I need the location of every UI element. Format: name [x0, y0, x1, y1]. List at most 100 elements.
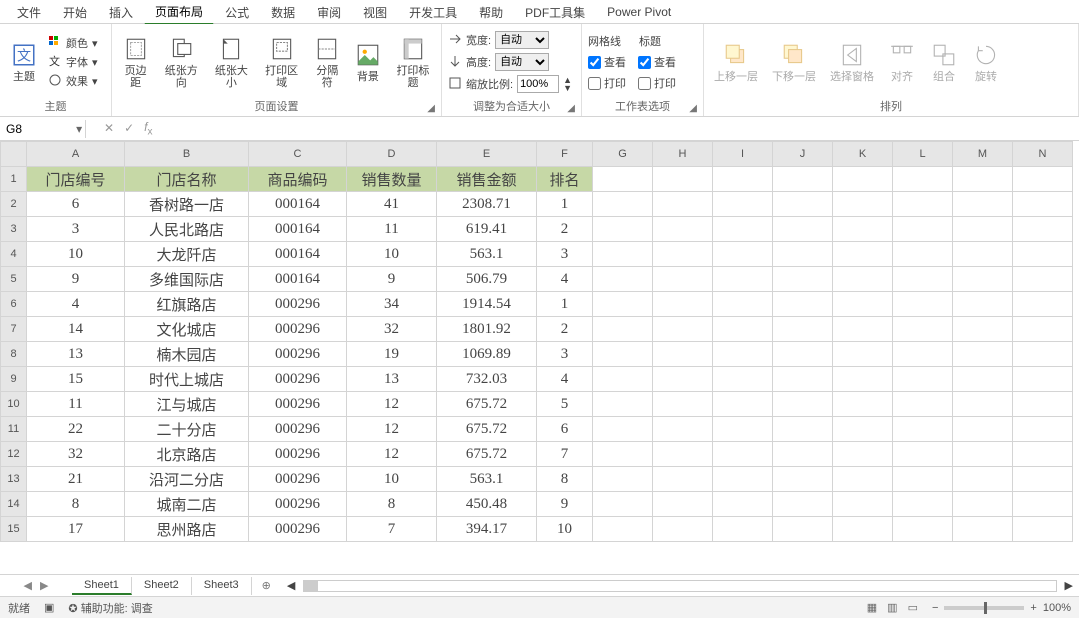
- headings-view-checkbox[interactable]: [638, 56, 651, 69]
- cell-M9[interactable]: [953, 367, 1013, 392]
- cell-C5[interactable]: 000164: [249, 267, 347, 292]
- cell-B6[interactable]: 红旗路店: [125, 292, 249, 317]
- cell-L14[interactable]: [893, 492, 953, 517]
- cell-L3[interactable]: [893, 217, 953, 242]
- cell-D14[interactable]: 8: [347, 492, 437, 517]
- cell-G6[interactable]: [593, 292, 653, 317]
- cell-C9[interactable]: 000296: [249, 367, 347, 392]
- cell-D8[interactable]: 19: [347, 342, 437, 367]
- menu-tab-5[interactable]: 数据: [260, 0, 306, 24]
- cell-F6[interactable]: 1: [537, 292, 593, 317]
- fit-width-select[interactable]: 自动: [495, 31, 549, 49]
- col-header-K[interactable]: K: [833, 142, 893, 167]
- col-header-C[interactable]: C: [249, 142, 347, 167]
- menu-tab-2[interactable]: 插入: [98, 0, 144, 24]
- cell-M10[interactable]: [953, 392, 1013, 417]
- status-macro-icon[interactable]: ▣: [44, 601, 54, 614]
- bg-button[interactable]: 背景: [351, 39, 385, 85]
- cell-G2[interactable]: [593, 192, 653, 217]
- hscroll-left[interactable]: ◀: [287, 579, 295, 592]
- view-pagelayout-icon[interactable]: ▥: [887, 601, 897, 614]
- cell-L4[interactable]: [893, 242, 953, 267]
- view-pagebreak-icon[interactable]: ▭: [908, 601, 918, 614]
- sheet-nav-next[interactable]: ▶: [40, 579, 48, 592]
- cell-B2[interactable]: 香树路一店: [125, 192, 249, 217]
- cell-K9[interactable]: [833, 367, 893, 392]
- cell-I12[interactable]: [713, 442, 773, 467]
- sheet-tab-Sheet2[interactable]: Sheet2: [132, 577, 192, 595]
- fit-scale-input[interactable]: [517, 75, 559, 93]
- cell-A14[interactable]: 8: [27, 492, 125, 517]
- cell-H10[interactable]: [653, 392, 713, 417]
- menu-tab-8[interactable]: 开发工具: [398, 0, 468, 24]
- name-box-dropdown[interactable]: ▾: [73, 122, 85, 136]
- cell-I15[interactable]: [713, 517, 773, 542]
- cell-A10[interactable]: 11: [27, 392, 125, 417]
- size-button[interactable]: 纸张大小: [209, 33, 253, 91]
- cell-L6[interactable]: [893, 292, 953, 317]
- cell-K6[interactable]: [833, 292, 893, 317]
- cell-K1[interactable]: [833, 167, 893, 192]
- cell-A5[interactable]: 9: [27, 267, 125, 292]
- menu-tab-11[interactable]: Power Pivot: [596, 1, 682, 22]
- cell-J2[interactable]: [773, 192, 833, 217]
- cell-N12[interactable]: [1013, 442, 1073, 467]
- cell-C4[interactable]: 000164: [249, 242, 347, 267]
- cell-D1[interactable]: 销售数量: [347, 167, 437, 192]
- cell-N10[interactable]: [1013, 392, 1073, 417]
- col-header-H[interactable]: H: [653, 142, 713, 167]
- row-header-9[interactable]: 9: [1, 367, 27, 392]
- cell-M1[interactable]: [953, 167, 1013, 192]
- cancel-formula-icon[interactable]: ✕: [104, 121, 114, 135]
- cell-C1[interactable]: 商品编码: [249, 167, 347, 192]
- cell-E10[interactable]: 675.72: [437, 392, 537, 417]
- cell-G1[interactable]: [593, 167, 653, 192]
- page-setup-launcher[interactable]: ◢: [427, 103, 435, 114]
- cell-L13[interactable]: [893, 467, 953, 492]
- row-header-5[interactable]: 5: [1, 267, 27, 292]
- gridlines-print-checkbox[interactable]: [588, 77, 601, 90]
- cell-B14[interactable]: 城南二店: [125, 492, 249, 517]
- cell-C7[interactable]: 000296: [249, 317, 347, 342]
- cell-B8[interactable]: 楠木园店: [125, 342, 249, 367]
- cell-A11[interactable]: 22: [27, 417, 125, 442]
- cell-G3[interactable]: [593, 217, 653, 242]
- menu-tab-6[interactable]: 审阅: [306, 0, 352, 24]
- cell-D3[interactable]: 11: [347, 217, 437, 242]
- cell-N15[interactable]: [1013, 517, 1073, 542]
- col-header-M[interactable]: M: [953, 142, 1013, 167]
- cell-E15[interactable]: 394.17: [437, 517, 537, 542]
- cell-J10[interactable]: [773, 392, 833, 417]
- cell-H12[interactable]: [653, 442, 713, 467]
- theme-effects[interactable]: 效果▾: [48, 72, 98, 91]
- cell-E14[interactable]: 450.48: [437, 492, 537, 517]
- cell-H4[interactable]: [653, 242, 713, 267]
- cell-H7[interactable]: [653, 317, 713, 342]
- cell-I9[interactable]: [713, 367, 773, 392]
- row-header-14[interactable]: 14: [1, 492, 27, 517]
- cell-M14[interactable]: [953, 492, 1013, 517]
- cell-A4[interactable]: 10: [27, 242, 125, 267]
- cell-F15[interactable]: 10: [537, 517, 593, 542]
- col-header-N[interactable]: N: [1013, 142, 1073, 167]
- cell-I6[interactable]: [713, 292, 773, 317]
- cell-C11[interactable]: 000296: [249, 417, 347, 442]
- cell-H8[interactable]: [653, 342, 713, 367]
- cell-I10[interactable]: [713, 392, 773, 417]
- cell-I5[interactable]: [713, 267, 773, 292]
- cell-C8[interactable]: 000296: [249, 342, 347, 367]
- cell-E5[interactable]: 506.79: [437, 267, 537, 292]
- menu-tab-7[interactable]: 视图: [352, 0, 398, 24]
- confirm-formula-icon[interactable]: ✓: [124, 121, 134, 135]
- row-header-7[interactable]: 7: [1, 317, 27, 342]
- row-header-13[interactable]: 13: [1, 467, 27, 492]
- sheetopts-launcher[interactable]: ◢: [689, 103, 697, 114]
- cell-A13[interactable]: 21: [27, 467, 125, 492]
- cell-B15[interactable]: 思州路店: [125, 517, 249, 542]
- cell-C14[interactable]: 000296: [249, 492, 347, 517]
- cell-H13[interactable]: [653, 467, 713, 492]
- fit-height-select[interactable]: 自动: [495, 53, 549, 71]
- cell-F2[interactable]: 1: [537, 192, 593, 217]
- zoom-level[interactable]: 100%: [1043, 602, 1071, 614]
- cell-A1[interactable]: 门店编号: [27, 167, 125, 192]
